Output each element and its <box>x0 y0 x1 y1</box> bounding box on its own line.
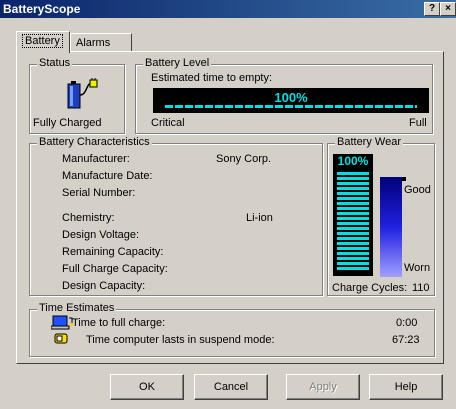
battery-level-min-label: Critical <box>151 117 185 129</box>
wear-top-label: Good <box>404 184 431 196</box>
title-bar[interactable]: BatteryScope ? × <box>0 0 456 18</box>
manufacturer-label: Manufacturer: <box>62 153 130 165</box>
battery-wear-group: Battery Wear 100% Good Worn Charge Cycle… <box>327 136 435 296</box>
cancel-button[interactable]: Cancel <box>194 374 268 400</box>
battery-level-max-label: Full <box>409 117 427 129</box>
laptop-charge-icon <box>51 315 73 330</box>
battery-level-meter: 100% <box>153 88 429 113</box>
serial-number-label: Serial Number: <box>62 187 136 199</box>
help-title-button[interactable]: ? <box>424 2 440 16</box>
characteristics-group-title: Battery Characteristics <box>37 136 152 148</box>
apply-button[interactable]: Apply <box>286 374 360 400</box>
time-estimates-group: Time Estimates Time to full charge: 0:00… <box>29 302 435 357</box>
suspend-mode-label: Time computer lasts in suspend mode: <box>86 334 275 346</box>
time-estimates-group-title: Time Estimates <box>37 302 117 314</box>
tab-alarms[interactable]: Alarms <box>70 33 132 52</box>
status-text: Fully Charged <box>33 117 102 129</box>
status-group-title: Status <box>37 57 73 69</box>
ok-button[interactable]: OK <box>110 374 184 400</box>
full-charge-capacity-label: Full Charge Capacity: <box>62 263 168 275</box>
help-button[interactable]: Help <box>369 374 443 400</box>
battery-wear-fill <box>337 172 369 272</box>
status-group: Status Fully Charged <box>29 57 125 134</box>
battery-plug-icon <box>67 78 98 109</box>
design-capacity-label: Design Capacity: <box>62 280 146 292</box>
close-icon[interactable]: × <box>440 2 456 16</box>
wear-bottom-label: Worn <box>404 262 431 274</box>
wear-scale-bar <box>380 177 402 277</box>
battery-tab-panel: Status Fully Charged Battery Level Estim… <box>16 51 444 364</box>
battery-characteristics-group: Battery Characteristics Manufacturer: So… <box>29 136 323 296</box>
battery-level-subtitle: Estimated time to empty: <box>151 72 273 84</box>
battery-level-group-title: Battery Level <box>143 57 212 69</box>
wear-group-title: Battery Wear <box>335 136 403 148</box>
manufacture-date-label: Manufacture Date: <box>62 170 153 182</box>
battery-scope-window: BatteryScope ? × Battery Alarms Status F… <box>0 0 456 409</box>
remaining-capacity-label: Remaining Capacity: <box>62 246 164 258</box>
charge-cycles-value: 110 <box>412 282 430 294</box>
window-title: BatteryScope <box>3 2 81 16</box>
battery-wear-percent: 100% <box>333 154 373 168</box>
manufacturer-value: Sony Corp. <box>216 153 272 165</box>
chemistry-label: Chemistry: <box>62 212 115 224</box>
battery-level-group: Battery Level Estimated time to empty: 1… <box>135 57 433 134</box>
battery-level-fill <box>165 105 417 108</box>
charge-cycles-label: Charge Cycles: <box>332 282 408 294</box>
time-to-full-charge-value: 0:00 <box>396 317 418 329</box>
chemistry-value: Li-ion <box>246 212 273 224</box>
suspend-icon <box>54 333 68 344</box>
tab-battery[interactable]: Battery <box>16 31 70 53</box>
design-voltage-label: Design Voltage: <box>62 229 140 241</box>
time-to-full-charge-label: Time to full charge: <box>72 317 166 329</box>
battery-level-percent: 100% <box>274 90 308 105</box>
suspend-mode-value: 67:23 <box>392 334 420 346</box>
battery-wear-meter: 100% <box>333 154 373 276</box>
wear-scale-marker <box>402 177 406 181</box>
